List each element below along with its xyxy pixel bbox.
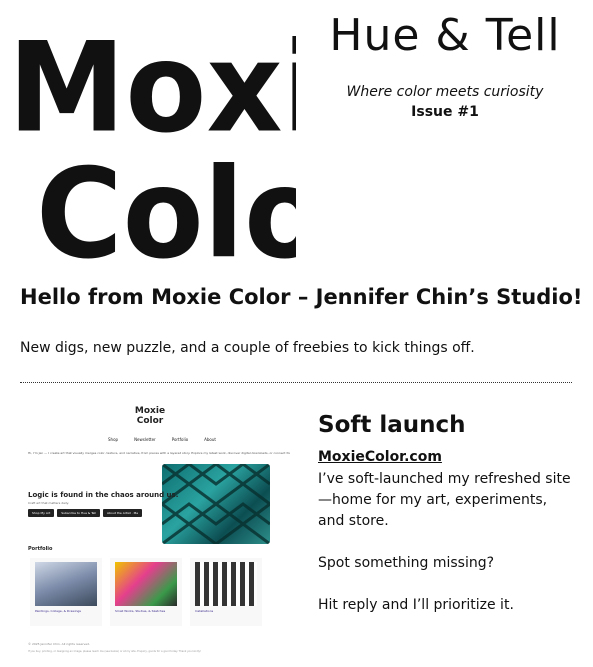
mini-portfolio-card: Installations	[190, 558, 262, 626]
card-image	[195, 562, 257, 606]
soft-launch-question: Spot something missing?	[318, 555, 495, 571]
issue-number: Issue #1	[411, 104, 479, 120]
masthead: Hue & Tell Where color meets curiosity I…	[300, 10, 590, 120]
moxie-color-logo: Moxie Color	[8, 16, 296, 270]
hero-text: New digs, new puzzle, and a couple of fr…	[20, 340, 475, 356]
mini-site-headline: Logic is found in the chaos around us.	[28, 491, 179, 499]
newsletter-title: Hue & Tell	[329, 10, 561, 61]
mini-subscribe-button: Subscribe to Hue & Tell	[57, 509, 101, 517]
logo-line-1: Moxie	[8, 16, 296, 160]
mini-portfolio-label: Portfolio	[28, 546, 53, 552]
soft-launch-section: Soft launch MoxieColor.com I’ve soft-lau…	[318, 412, 573, 637]
card-caption: Installations	[195, 609, 214, 613]
mini-about-button: About the Artist · Me	[103, 509, 143, 517]
card-caption: Paintings, Collage, & Drawings	[35, 609, 81, 613]
card-image	[115, 562, 177, 606]
mini-site-subline: Craft art that matters daily.	[28, 501, 69, 505]
soft-launch-heading: Soft launch	[318, 412, 466, 438]
mini-nav-item: Newsletter	[134, 437, 156, 442]
soft-launch-text: I’ve soft-launched my refreshed site—hom…	[318, 471, 571, 529]
section-divider	[20, 382, 572, 383]
card-image	[35, 562, 97, 606]
mini-portfolio-card: Small Works, Studies, & Sketches	[110, 558, 182, 626]
tagline: Where color meets curiosity	[346, 84, 544, 100]
mini-footer-note: If you buy, printing, or designing an im…	[28, 650, 202, 653]
hero-heading: Hello from Moxie Color – Jennifer Chin’s…	[20, 285, 583, 309]
mini-site-buttons: Shop My Art Subscribe to Hue & Tell Abou…	[28, 509, 143, 517]
mini-nav-item: Portfolio	[171, 437, 189, 442]
mini-footer-copyright: © 2025 Jennifer Chin. All rights reserve…	[28, 642, 91, 646]
mini-shop-button: Shop My Art	[28, 509, 55, 517]
logo-line-2: Color	[36, 142, 296, 270]
mini-nav-item: About	[204, 437, 216, 442]
mini-site-artwork	[162, 464, 270, 544]
site-link[interactable]: MoxieColor.com	[318, 449, 442, 465]
mini-site-nav: Shop Newsletter Portfolio About	[108, 437, 216, 442]
site-screenshot[interactable]: Moxie Color Shop Newsletter Portfolio Ab…	[20, 398, 300, 658]
mini-nav-item: Shop	[108, 437, 119, 442]
mini-portfolio-card: Paintings, Collage, & Drawings	[30, 558, 102, 626]
soft-launch-cta: Hit reply and I’ll prioritize it.	[318, 597, 514, 613]
card-caption: Small Works, Studies, & Sketches	[115, 609, 166, 613]
mini-site-intro: Hi, I'm Jen — I create art that visually…	[28, 451, 290, 455]
mini-site-logo: Moxie Color	[134, 406, 166, 426]
